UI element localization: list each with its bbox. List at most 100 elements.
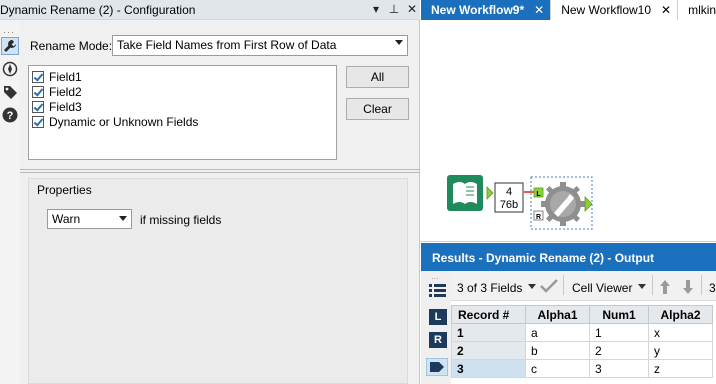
toolbar-separator: [701, 275, 702, 295]
field-checklist: Field1 Field2 Field3 Dynamic or Unknown …: [28, 65, 337, 160]
results-table: Record # Alpha1 Num1 Alpha2 1 a 1 x 2 b …: [451, 305, 713, 378]
missing-mode-value: Warn: [52, 212, 81, 226]
results-panel: Results - Dynamic Rename (2) - Output 3 …: [421, 243, 716, 384]
table-cell[interactable]: b: [525, 341, 590, 360]
field-item[interactable]: Field2: [29, 84, 336, 99]
chevron-down-icon: [119, 216, 127, 221]
chevron-down-icon[interactable]: [638, 284, 646, 290]
field-item[interactable]: Field3: [29, 99, 336, 114]
properties-group: Properties Warn if missing fields: [28, 178, 408, 384]
column-header[interactable]: Alpha2: [648, 305, 713, 324]
column-header[interactable]: Record #: [451, 305, 526, 324]
missing-fields-select[interactable]: Warn: [47, 209, 132, 229]
rename-mode-select[interactable]: Take Field Names from First Row of Data: [112, 35, 408, 56]
select-all-button[interactable]: All: [346, 66, 409, 88]
rename-mode-value: Take Field Names from First Row of Data: [117, 38, 337, 52]
record-size: 76b: [500, 199, 518, 211]
column-header[interactable]: Num1: [589, 305, 649, 324]
tab-label: New Workflow10: [561, 3, 652, 17]
help-icon[interactable]: ?: [1, 106, 19, 124]
dropdown-arrow-icon[interactable]: ▾: [370, 2, 382, 16]
left-anchor-badge[interactable]: L: [429, 309, 447, 325]
field-label: Dynamic or Unknown Fields: [49, 114, 199, 129]
close-icon[interactable]: ✕: [661, 3, 671, 17]
list-icon[interactable]: [429, 283, 447, 299]
record-number-cell[interactable]: 2: [451, 341, 526, 360]
tab-label: New Workflow9*: [431, 3, 525, 17]
divider: [20, 172, 420, 173]
output-anchor-icon[interactable]: [584, 196, 593, 212]
record-count-badge: 4 76b: [494, 182, 524, 213]
right-anchor-badge[interactable]: R: [429, 332, 447, 348]
chevron-down-icon: [395, 40, 403, 45]
tag-icon[interactable]: [1, 83, 19, 101]
results-side-toolbar: ··· L R: [421, 271, 451, 384]
table-cell[interactable]: 2: [589, 341, 649, 360]
field-checkbox[interactable]: [32, 115, 44, 128]
close-icon[interactable]: ✕: [406, 2, 418, 16]
toolbar-separator: [563, 275, 564, 295]
table-cell[interactable]: c: [525, 359, 590, 378]
field-item[interactable]: Dynamic or Unknown Fields: [29, 114, 336, 129]
field-label: Field2: [49, 84, 82, 99]
config-toolstrip: ··· ?: [0, 20, 20, 384]
results-toolbar: 3 of 3 Fields Cell Viewer 3: [421, 271, 716, 301]
navigation-icon[interactable]: [1, 60, 19, 78]
table-cell[interactable]: y: [648, 341, 713, 360]
field-label: Field1: [49, 69, 82, 84]
anchor-label: R: [536, 214, 541, 221]
column-header[interactable]: Alpha1: [525, 305, 590, 324]
workflow-canvas[interactable]: 4 76b L R: [421, 20, 716, 242]
tab-new-workflow10[interactable]: New Workflow10 ✕: [551, 0, 679, 20]
tab-label: mlkin-00-: [688, 3, 716, 17]
rename-mode-label: Rename Mode:: [30, 39, 113, 53]
checkmark-icon[interactable]: [540, 279, 558, 293]
tab-new-workflow9[interactable]: New Workflow9* ✕: [421, 0, 552, 20]
table-row[interactable]: 1 a 1 x: [451, 323, 713, 342]
wrench-icon[interactable]: [1, 37, 19, 55]
svg-text:?: ?: [7, 110, 14, 122]
field-label: Field3: [49, 99, 82, 114]
right-input-anchor-icon[interactable]: R: [533, 210, 544, 221]
close-icon[interactable]: ✕: [534, 3, 544, 17]
table-cell[interactable]: 1: [589, 323, 649, 342]
table-cell[interactable]: x: [648, 323, 713, 342]
chevron-down-icon[interactable]: [528, 284, 536, 290]
dynamic-rename-tool-icon[interactable]: [541, 182, 585, 226]
record-number-cell[interactable]: 1: [451, 323, 526, 342]
clear-button[interactable]: Clear: [346, 98, 409, 120]
record-number-cell[interactable]: 3: [451, 359, 526, 378]
grip-icon: ···: [431, 276, 439, 282]
field-checkbox[interactable]: [32, 85, 44, 98]
table-row[interactable]: 3 c 3 z: [451, 359, 713, 378]
anchor-label: L: [536, 191, 541, 198]
field-checkbox[interactable]: [32, 70, 44, 83]
left-input-anchor-icon[interactable]: L: [533, 187, 544, 198]
table-cell[interactable]: a: [525, 323, 590, 342]
field-item[interactable]: Field1: [29, 69, 336, 84]
arrow-down-icon[interactable]: [682, 279, 694, 295]
fields-selector[interactable]: 3 of 3 Fields: [457, 281, 522, 295]
table-cell[interactable]: z: [648, 359, 713, 378]
configuration-title-bar: Dynamic Rename (2) - Configuration ▾ ⊥ ✕: [0, 0, 420, 20]
table-cell[interactable]: 3: [589, 359, 649, 378]
arrow-up-icon[interactable]: [659, 279, 671, 295]
workflow-graph: 4 76b L R: [447, 175, 593, 230]
tab-mlkin[interactable]: mlkin-00-: [678, 0, 716, 20]
cell-viewer-selector[interactable]: Cell Viewer: [572, 281, 632, 295]
grip-icon: ···: [3, 27, 15, 37]
output-anchor-icon[interactable]: [426, 358, 448, 376]
table-header-row: Record # Alpha1 Num1 Alpha2: [451, 305, 713, 324]
title-controls: ▾ ⊥ ✕: [370, 2, 418, 16]
results-title: Results - Dynamic Rename (2) - Output: [421, 243, 716, 271]
record-count: 4: [506, 186, 512, 198]
svg-text:···: ···: [431, 276, 439, 282]
pin-icon[interactable]: ⊥: [388, 2, 400, 16]
configuration-title: Dynamic Rename (2) - Configuration: [0, 3, 196, 17]
toolbar-trailing-text: 3: [709, 281, 716, 295]
table-row[interactable]: 2 b 2 y: [451, 341, 713, 360]
field-checkbox[interactable]: [32, 100, 44, 113]
output-anchor-icon[interactable]: [486, 186, 494, 200]
input-tool-icon[interactable]: [447, 175, 483, 211]
workflow-tabs: New Workflow9* ✕ New Workflow10 ✕ mlkin-…: [421, 0, 716, 20]
